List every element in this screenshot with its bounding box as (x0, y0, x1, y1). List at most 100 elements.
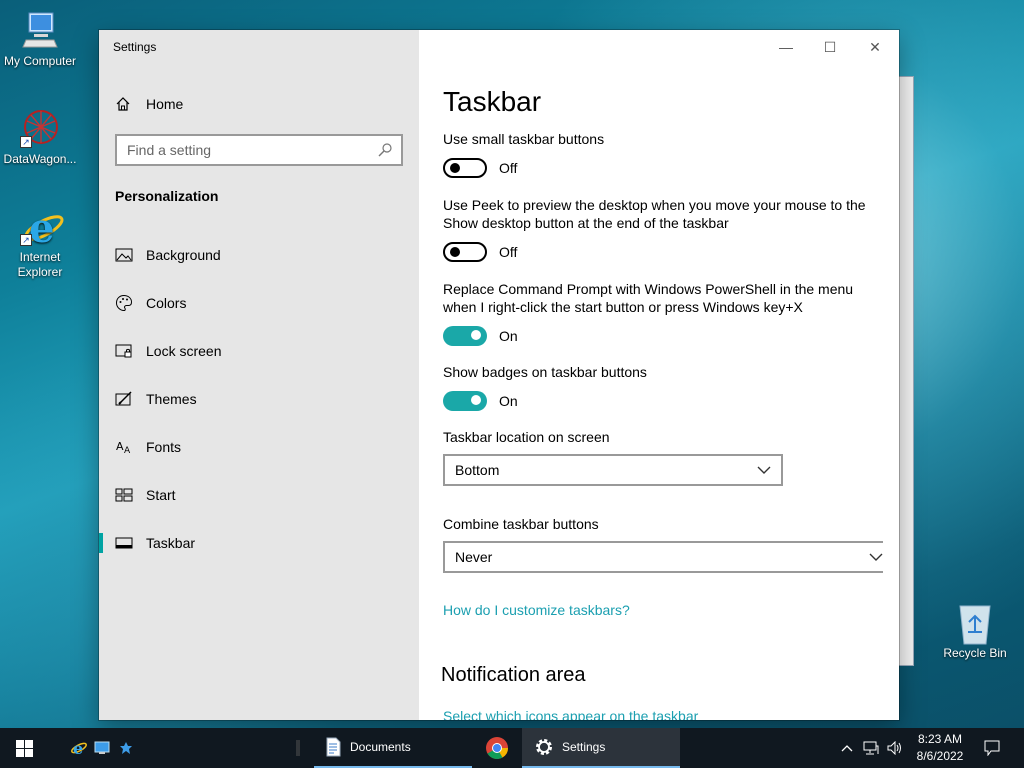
search-input[interactable]: Find a setting (115, 134, 403, 166)
quicklaunch-desktop[interactable] (92, 728, 112, 768)
volume-tray[interactable] (884, 728, 906, 768)
svg-text:A: A (116, 440, 124, 453)
toggle-state: On (499, 328, 518, 344)
home-nav-item[interactable]: Home (115, 93, 183, 115)
taskbar-icon (115, 534, 133, 552)
sidebar-item-start[interactable]: Start (99, 475, 419, 515)
sidebar-item-label: Lock screen (146, 343, 222, 359)
image-icon (115, 246, 133, 264)
window-title: Settings (113, 40, 157, 54)
toggle-knob (450, 247, 460, 257)
quicklaunch-pin[interactable] (116, 728, 136, 768)
sidebar-item-background[interactable]: Background (99, 235, 419, 275)
search-placeholder: Find a setting (127, 142, 212, 158)
gear-icon (536, 739, 552, 755)
setting-label: Show badges on taskbar buttons (443, 364, 647, 380)
datawagon-icon: ↗ (20, 108, 60, 148)
documents-icon (326, 737, 341, 757)
search-icon (378, 143, 392, 157)
chevron-down-icon (869, 553, 883, 561)
desktop-icon-label: My Computer (3, 54, 77, 68)
setting-label: Replace Command Prompt with Windows Powe… (443, 281, 854, 315)
peek-toggle[interactable] (443, 242, 487, 262)
sidebar-item-taskbar[interactable]: Taskbar (99, 523, 419, 563)
clock-time: 8:23 AM (917, 732, 963, 746)
desktop-icon-recycle-bin[interactable]: Recycle Bin (935, 602, 1015, 661)
shortcut-arrow-icon: ↗ (20, 136, 32, 148)
chevron-down-icon (757, 466, 771, 474)
start-button[interactable] (0, 728, 48, 768)
taskbar-app-documents[interactable]: Documents (314, 728, 472, 768)
desktop-icon-datawagon[interactable]: ↗ DataWagon... (0, 108, 80, 167)
location-label: Taskbar location on screen (443, 429, 610, 445)
section-title: Personalization (115, 188, 219, 204)
location-value: Bottom (455, 462, 500, 478)
settings-window: Settings Home Find a setting Personaliza… (99, 30, 899, 720)
action-center-button[interactable] (978, 728, 1006, 768)
notification-icons-link[interactable]: Select which icons appear on the taskbar (443, 708, 698, 720)
small-buttons-toggle[interactable] (443, 158, 487, 178)
show-desktop-button[interactable] (1018, 728, 1024, 768)
sidebar-item-label: Themes (146, 391, 197, 407)
close-button[interactable]: ✕ (860, 38, 890, 56)
chrome-icon (486, 737, 508, 759)
page-title: Taskbar (443, 86, 542, 117)
location-dropdown[interactable]: Bottom (443, 454, 783, 486)
toggle-state: Off (499, 160, 518, 176)
volume-icon (887, 741, 901, 755)
combine-value: Never (455, 549, 493, 565)
taskbar-app-chrome[interactable] (474, 728, 520, 768)
sidebar: Settings Home Find a setting Personaliza… (99, 30, 419, 720)
show-hidden-icons-button[interactable] (838, 728, 856, 768)
desktop-icon-internet-explorer[interactable]: e ↗ Internet Explorer (0, 205, 80, 280)
setting-label: Use Peek to preview the desktop when you… (443, 197, 866, 231)
svg-text:e: e (73, 739, 83, 757)
notification-icon (984, 740, 1000, 756)
internet-explorer-icon: e (71, 739, 87, 757)
taskbar-app-settings[interactable]: Settings (522, 728, 680, 768)
desktop-icon-label: DataWagon... (3, 152, 77, 166)
combine-dropdown[interactable]: Never (443, 541, 883, 573)
toggle-state: On (499, 393, 518, 409)
sidebar-item-label: Background (146, 247, 221, 263)
desktop-icon-my-computer[interactable]: My Computer (0, 10, 80, 69)
combine-label: Combine taskbar buttons (443, 516, 599, 532)
sidebar-item-colors[interactable]: Colors (99, 283, 419, 323)
sidebar-item-lock-screen[interactable]: Lock screen (99, 331, 419, 371)
taskbar-app-label: Settings (562, 740, 606, 754)
home-label: Home (146, 96, 184, 112)
desktop-icon (94, 741, 110, 754)
palette-icon (115, 294, 133, 312)
shortcut-arrow-icon: ↗ (20, 234, 32, 246)
taskbar-separator (296, 728, 300, 768)
desktop-icon-label: Recycle Bin (943, 646, 1007, 660)
badges-toggle[interactable] (443, 391, 487, 411)
lock-screen-icon (115, 342, 133, 360)
pin-icon (120, 742, 132, 754)
quicklaunch-ie[interactable]: e (68, 728, 90, 768)
recycle-bin-icon (955, 602, 995, 645)
network-tray[interactable] (860, 728, 882, 768)
svg-text:A: A (124, 446, 131, 455)
desktop-icon-label: Internet Explorer (17, 250, 63, 279)
help-link[interactable]: How do I customize taskbars? (443, 602, 630, 618)
sidebar-item-fonts[interactable]: AA Fonts (99, 427, 419, 467)
sidebar-item-label: Colors (146, 295, 187, 311)
fonts-icon: AA (115, 438, 133, 456)
toggle-knob (471, 330, 481, 340)
start-icon (115, 486, 133, 504)
minimize-button[interactable]: — (771, 38, 801, 56)
powershell-toggle[interactable] (443, 326, 487, 346)
svg-text:e: e (29, 206, 54, 250)
maximize-button[interactable]: ☐ (815, 38, 845, 56)
computer-icon (20, 10, 60, 50)
windows-logo-icon (15, 739, 33, 757)
internet-explorer-icon: e ↗ (20, 205, 64, 252)
network-icon (863, 741, 879, 755)
sidebar-item-themes[interactable]: Themes (99, 379, 419, 419)
themes-icon (115, 390, 133, 408)
sidebar-item-label: Fonts (146, 439, 182, 455)
sidebar-item-label: Taskbar (146, 535, 196, 551)
taskbar-app-label: Documents (350, 740, 411, 754)
clock[interactable]: 8:23 AM 8/6/2022 (906, 731, 974, 765)
